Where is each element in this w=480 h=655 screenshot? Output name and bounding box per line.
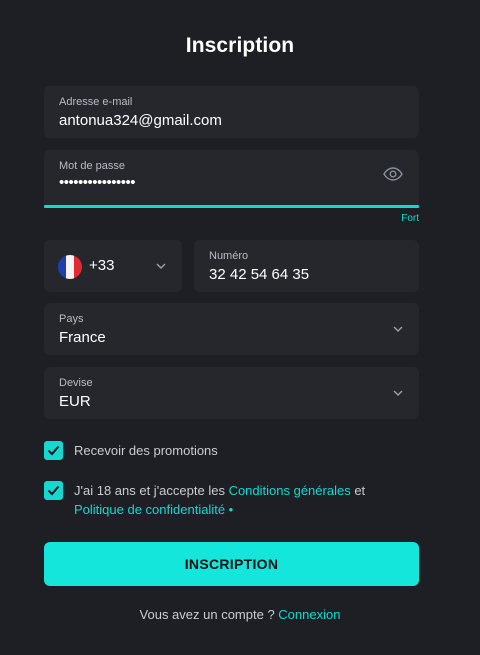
phone-value: 32 42 54 64 35	[209, 266, 310, 283]
checkmark-icon	[47, 445, 60, 456]
currency-select[interactable]: Devise EUR	[44, 367, 419, 419]
currency-value: EUR	[59, 393, 91, 410]
page-title: Inscription	[185, 34, 295, 57]
promotions-checkbox[interactable]	[44, 441, 63, 460]
chevron-down-icon	[156, 263, 166, 269]
terms-checkbox[interactable]	[44, 481, 63, 500]
email-value: antonua324@gmail.com	[59, 112, 222, 129]
france-flag-icon	[58, 255, 82, 279]
password-field[interactable]: Mot de passe ••••••••••••••••	[44, 150, 419, 206]
phone-label: Numéro	[209, 250, 249, 262]
country-label: Pays	[59, 313, 84, 325]
signup-page: Inscription Adresse e-mail antonua324@gm…	[0, 0, 480, 655]
dial-code-select[interactable]: +33	[44, 240, 182, 292]
login-prompt: Vous avez un compte ? Connexion	[0, 607, 480, 622]
dial-code-value: +33	[89, 257, 115, 274]
required-mark: •	[225, 502, 234, 517]
signup-submit-button[interactable]: INSCRIPTION	[44, 542, 419, 586]
checkmark-icon	[47, 485, 60, 496]
promotions-label: Recevoir des promotions	[74, 443, 218, 458]
password-strength-bar	[44, 205, 419, 208]
chevron-down-icon	[393, 326, 403, 332]
terms-prefix: J'ai 18 ans et j'accepte les	[74, 483, 229, 498]
email-field[interactable]: Adresse e-mail antonua324@gmail.com	[44, 86, 419, 138]
terms-label: J'ai 18 ans et j'accepte les Conditions …	[74, 481, 394, 519]
terms-middle: et	[350, 483, 366, 498]
conditions-link[interactable]: Conditions générales	[229, 483, 351, 498]
country-select[interactable]: Pays France	[44, 303, 419, 355]
country-value: France	[59, 329, 106, 346]
chevron-down-icon	[393, 390, 403, 396]
login-prompt-text: Vous avez un compte ?	[139, 607, 279, 622]
phone-number-field[interactable]: Numéro 32 42 54 64 35	[194, 240, 419, 292]
eye-icon[interactable]	[383, 167, 403, 181]
privacy-link[interactable]: Politique de confidentialité	[74, 502, 225, 517]
currency-label: Devise	[59, 377, 93, 389]
password-value: ••••••••••••••••	[59, 174, 136, 191]
password-strength-label: Fort	[401, 213, 419, 224]
password-label: Mot de passe	[59, 160, 126, 172]
email-label: Adresse e-mail	[59, 96, 133, 108]
login-link[interactable]: Connexion	[278, 607, 340, 622]
